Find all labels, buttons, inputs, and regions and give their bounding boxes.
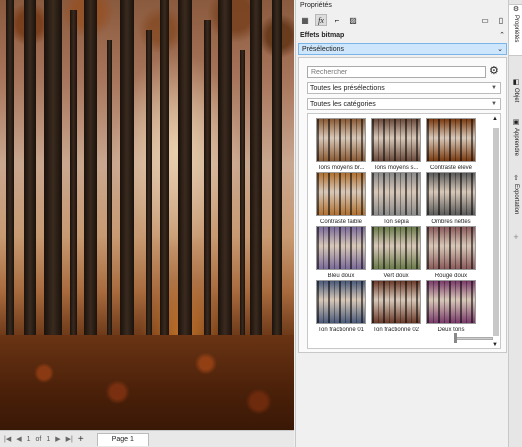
preset-thumbnail: [371, 280, 421, 324]
document-icon[interactable]: ▯: [495, 14, 507, 26]
page-of-label: of: [35, 435, 42, 443]
frame-icon[interactable]: ▭: [479, 14, 491, 26]
preset-tile[interactable]: Contraste élevé: [424, 118, 478, 171]
add-docker-button[interactable]: +: [509, 232, 522, 244]
tab-export[interactable]: ⇧ Exportation: [509, 174, 522, 228]
presets-label: Présélections: [302, 45, 345, 53]
preset-label: Tons moyens br...: [317, 165, 365, 171]
preset-label: Ombres nettes: [431, 219, 471, 225]
dropdown-arrow-icon: ▼: [491, 101, 497, 107]
checker-icon[interactable]: ▦: [299, 14, 311, 26]
preset-tile[interactable]: Tons moyens br...: [314, 118, 368, 171]
bitmap-icon[interactable]: ▨: [347, 14, 359, 26]
preset-scrollbar[interactable]: ▲ ▼: [492, 116, 500, 348]
preset-label: Ton fractionné 01: [317, 327, 365, 333]
preset-thumbnail: [426, 172, 476, 216]
docker-side-tabs: ⚙ Propriétés ◧ Objet ▣ Apprendre ⇧ Expor…: [508, 0, 522, 447]
categories-filter-value: Toutes les catégories: [310, 100, 376, 108]
preset-label: Bleu doux: [327, 273, 355, 279]
learn-icon: ▣: [512, 119, 520, 126]
preset-label: Vert doux: [383, 273, 409, 279]
preset-thumbnail: [426, 280, 476, 324]
presets-filter-value: Toutes les présélections: [310, 84, 385, 92]
tab-label: Objet: [513, 88, 519, 103]
document-canvas[interactable]: [0, 0, 294, 430]
preset-label: Contraste élevé: [429, 165, 473, 171]
previous-page-button[interactable]: ◀: [16, 435, 21, 443]
preset-thumbnail: [371, 226, 421, 270]
thumbnail-size-slider[interactable]: [456, 337, 493, 340]
properties-docker: Propriétés ▦ fx ⌐ ▨ ▭ ▯ Effets bitmap ⌃ …: [295, 0, 508, 447]
docker-toolbar: ▦ fx ⌐ ▨ ▭ ▯: [299, 13, 507, 27]
preset-tile[interactable]: Contraste faible: [314, 172, 368, 225]
preset-tile[interactable]: Tons moyens s...: [369, 118, 423, 171]
tab-properties[interactable]: ⚙ Propriétés: [509, 4, 522, 56]
preset-tile[interactable]: Ombres nettes: [424, 172, 478, 225]
presets-header[interactable]: Présélections ⌄: [298, 43, 507, 55]
next-page-button[interactable]: ▶: [55, 435, 60, 443]
tab-object[interactable]: ◧ Objet: [509, 78, 522, 108]
current-page-number: 1: [26, 435, 31, 443]
docker-title: Propriétés: [300, 2, 332, 9]
total-pages-number: 1: [46, 435, 51, 443]
preset-thumbnail: [316, 172, 366, 216]
scroll-up-icon[interactable]: ▲: [492, 116, 498, 122]
scroll-down-icon[interactable]: ▼: [492, 342, 498, 348]
preset-thumbnail: [426, 118, 476, 162]
add-icon: +: [513, 232, 519, 242]
export-icon: ⇧: [513, 175, 519, 182]
gear-icon[interactable]: ⚙: [489, 65, 499, 77]
add-page-button[interactable]: +: [78, 434, 84, 445]
preset-tile[interactable]: Ton fractionné 01: [314, 280, 368, 333]
preset-label: Deux tons: [437, 327, 465, 333]
preset-thumbnail: [316, 280, 366, 324]
first-page-button[interactable]: |◀: [4, 435, 11, 443]
chevron-up-icon[interactable]: ⌃: [499, 31, 505, 39]
tab-label: Propriétés: [513, 15, 519, 43]
preset-tile[interactable]: Deux tons: [424, 280, 478, 333]
properties-icon: ⚙: [512, 6, 520, 13]
preset-label: Contraste faible: [319, 219, 363, 225]
preset-thumbnail: [316, 226, 366, 270]
presets-filter-select[interactable]: Toutes les présélections ▼: [307, 82, 501, 94]
preset-tile[interactable]: Ton fractionné 02: [369, 280, 423, 333]
fx-icon[interactable]: fx: [315, 14, 327, 26]
preset-thumbnail: [371, 118, 421, 162]
preset-label: Ton sépia: [383, 219, 409, 225]
section-title: Effets bitmap: [300, 32, 345, 39]
object-icon: ◧: [512, 79, 520, 86]
tab-label: Exportation: [513, 184, 519, 215]
chevron-down-icon: ⌄: [497, 46, 503, 53]
crop-icon[interactable]: ⌐: [331, 14, 343, 26]
preset-label: Ton fractionné 02: [372, 327, 420, 333]
search-input[interactable]: [307, 66, 486, 78]
preset-grid: Tons moyens br... Tons moyens s... Contras…: [307, 113, 501, 349]
last-page-button[interactable]: ▶|: [66, 435, 73, 443]
preset-thumbnail: [371, 172, 421, 216]
page-tab-label: Page 1: [111, 436, 134, 443]
preset-tile[interactable]: Ton sépia: [369, 172, 423, 225]
preset-label: Tons moyens s...: [373, 165, 419, 171]
preset-tile[interactable]: Vert doux: [369, 226, 423, 279]
page-navigation-bar: |◀ ◀ 1 of 1 ▶ ▶| + Page 1: [0, 430, 294, 447]
slider-handle[interactable]: [454, 333, 457, 343]
preset-thumbnail: [426, 226, 476, 270]
scroll-thumb[interactable]: [493, 128, 499, 336]
preset-tile[interactable]: Rouge doux: [424, 226, 478, 279]
preset-label: Rouge doux: [434, 273, 468, 279]
tab-learn[interactable]: ▣ Apprendre: [509, 118, 522, 166]
canvas-ground: [0, 335, 294, 430]
dropdown-arrow-icon: ▼: [491, 85, 497, 91]
presets-panel: ⚙ Toutes les présélections ▼ Toutes les …: [298, 57, 507, 353]
tab-label: Apprendre: [513, 128, 519, 157]
preset-tile[interactable]: Bleu doux: [314, 226, 368, 279]
preset-thumbnail: [316, 118, 366, 162]
page-tab[interactable]: Page 1: [96, 432, 149, 446]
categories-filter-select[interactable]: Toutes les catégories ▼: [307, 98, 501, 110]
